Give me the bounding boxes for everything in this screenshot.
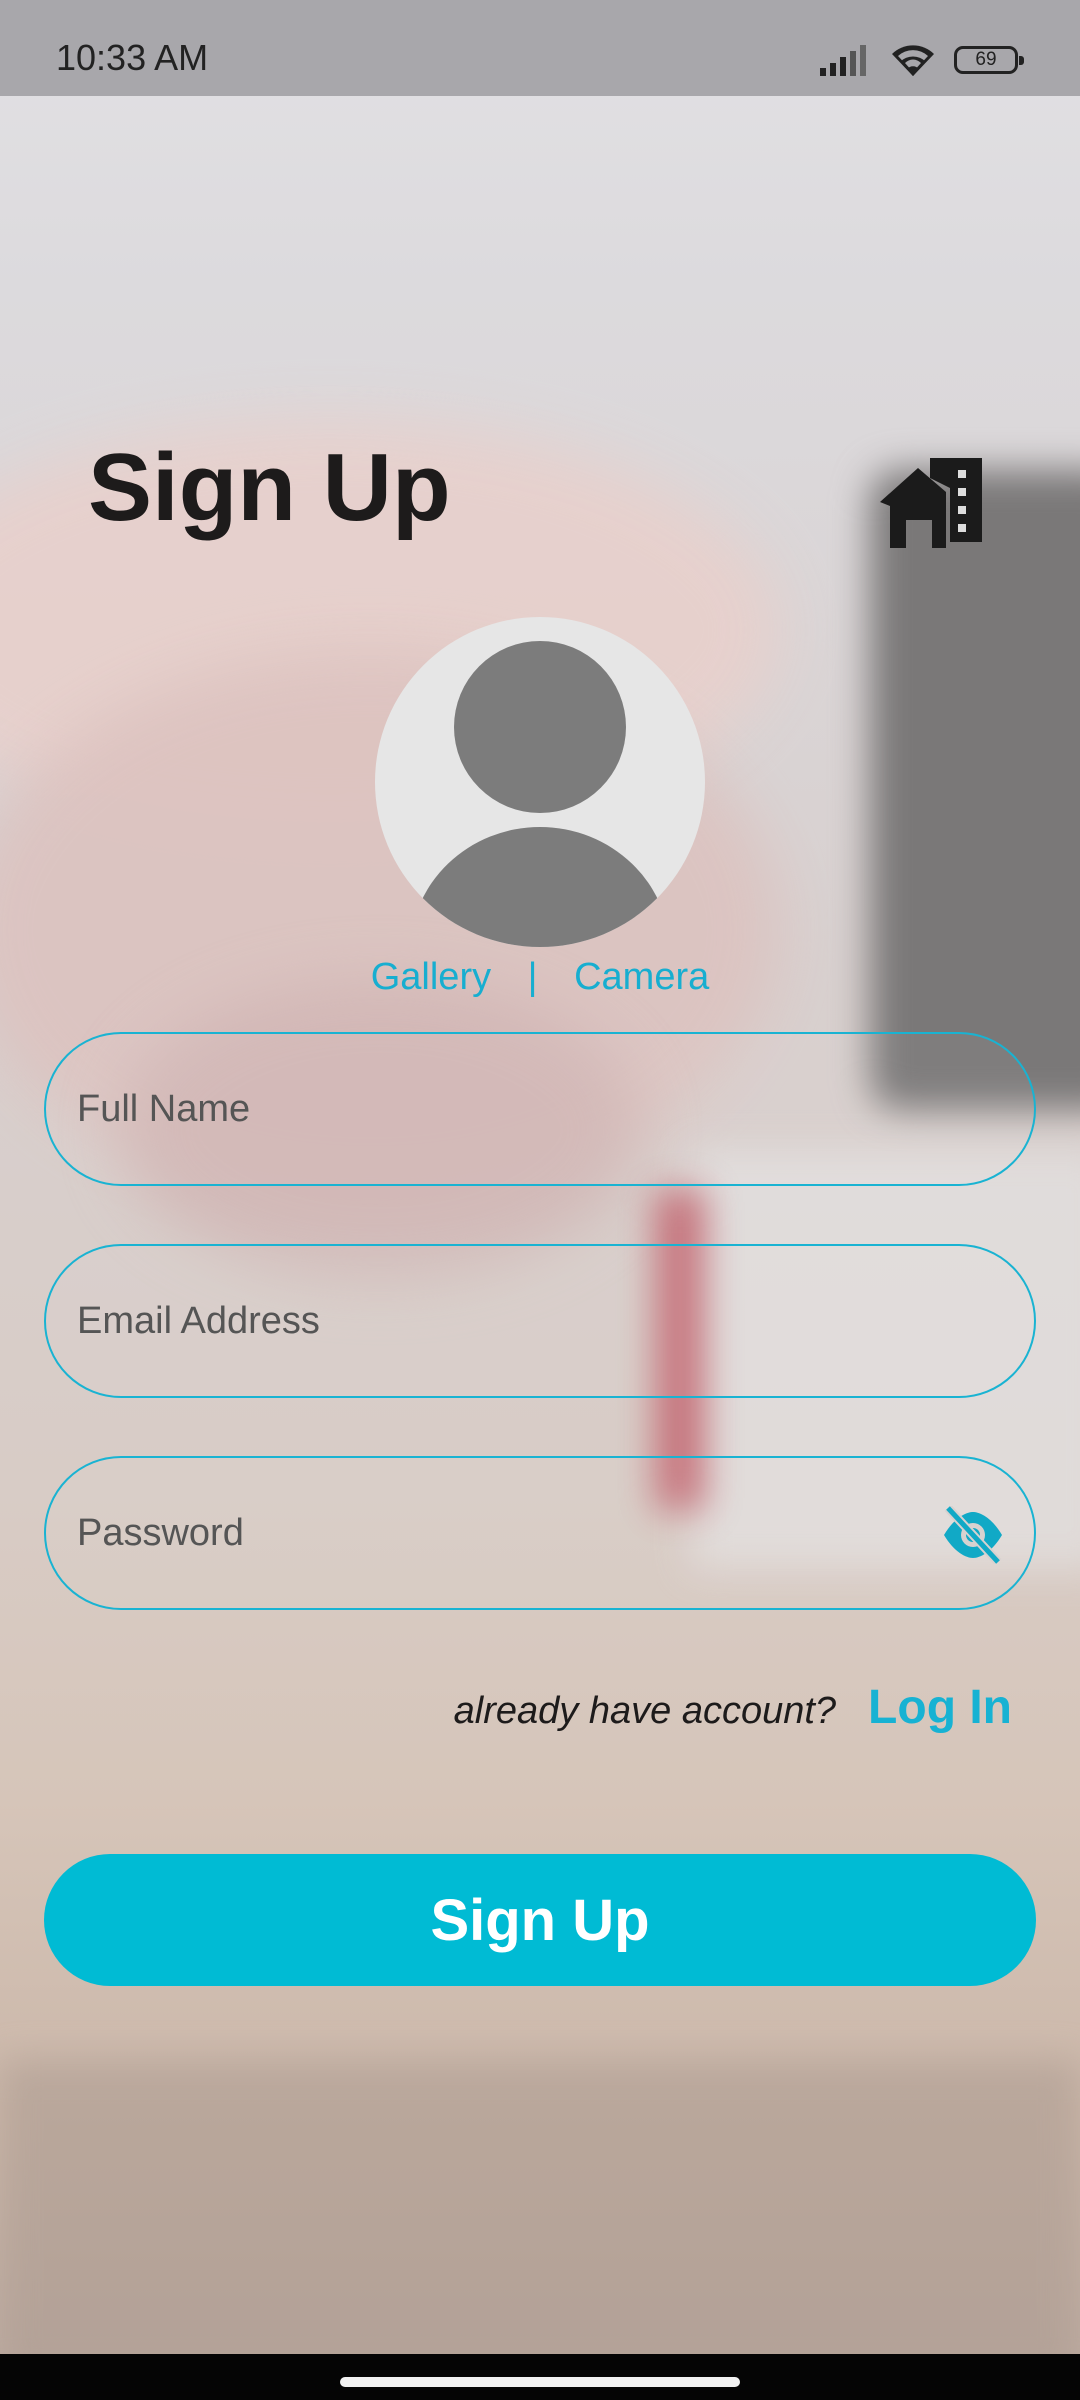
password-input[interactable] xyxy=(77,1458,937,1608)
gallery-link[interactable]: Gallery xyxy=(371,958,491,996)
home-gesture-handle[interactable] xyxy=(340,2377,740,2387)
photo-source-separator: | xyxy=(527,956,538,998)
status-bar: 10:33 AM 69 xyxy=(0,0,1080,96)
battery-level: 69 xyxy=(975,49,997,70)
login-prompt: already have account? xyxy=(453,1690,837,1732)
page-title: Sign Up xyxy=(88,434,451,541)
email-input[interactable] xyxy=(77,1246,937,1396)
battery-icon: 69 xyxy=(954,46,1024,74)
navigation-bar xyxy=(0,2354,1080,2400)
status-time: 10:33 AM xyxy=(56,37,209,78)
signup-button[interactable]: Sign Up xyxy=(44,1854,1036,1986)
email-field[interactable] xyxy=(44,1244,1036,1398)
photo-source-options: Gallery | Camera xyxy=(0,958,1080,996)
login-link[interactable]: Log In xyxy=(868,1680,1012,1735)
signal-icon xyxy=(820,45,866,76)
full-name-field[interactable] xyxy=(44,1032,1036,1186)
full-name-input[interactable] xyxy=(77,1034,937,1184)
wifi-icon xyxy=(892,45,934,76)
eye-off-icon[interactable] xyxy=(942,1506,1004,1564)
person-avatar-icon xyxy=(410,641,670,947)
password-field[interactable] xyxy=(44,1456,1036,1610)
home-building-icon[interactable] xyxy=(880,458,990,548)
status-icons: 69 xyxy=(820,40,1024,80)
login-row: already have account? Log In xyxy=(454,1680,1012,1735)
camera-link[interactable]: Camera xyxy=(574,958,709,996)
background-image xyxy=(0,0,1080,2400)
profile-avatar[interactable] xyxy=(375,617,705,947)
